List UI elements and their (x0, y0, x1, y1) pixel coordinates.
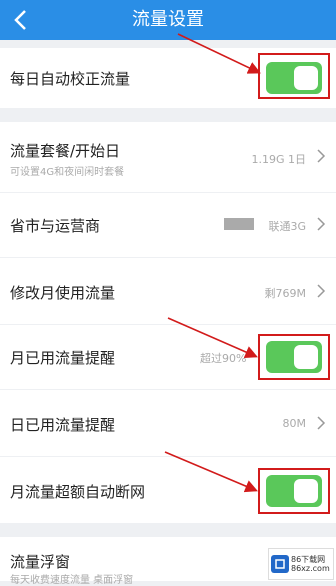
arrow-icon (164, 451, 258, 493)
logo-icon (271, 555, 289, 573)
annotation-arrows (164, 33, 261, 493)
logo-text: 86下载网 86xz.com (291, 555, 330, 573)
arrow-icon (167, 317, 258, 359)
watermark-logo: 86下载网 86xz.com (268, 548, 334, 580)
arrow-icon (177, 33, 261, 74)
